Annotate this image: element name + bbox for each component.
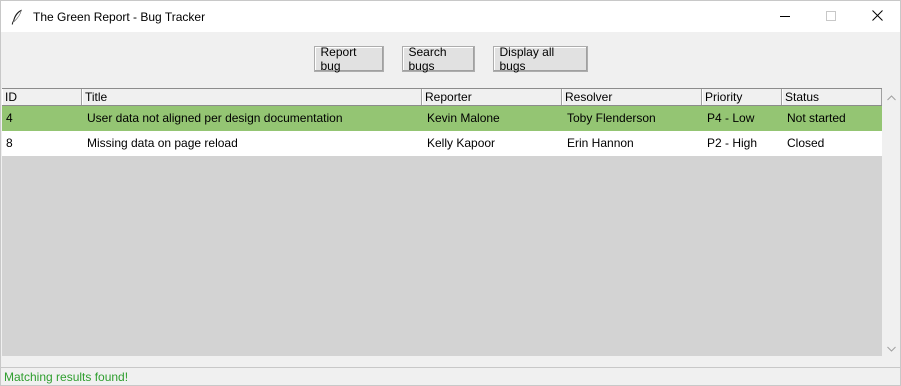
toolbar: Report bug Search bugs Display all bugs (1, 32, 900, 86)
cell-status: Closed (787, 136, 825, 150)
app-window: The Green Report - Bug Tracker Report bu… (0, 0, 901, 386)
cell-resolver: Toby Flenderson (567, 111, 656, 125)
cell-reporter: Kevin Malone (427, 111, 500, 125)
column-header-status[interactable]: Status (782, 89, 882, 105)
vertical-scrollbar[interactable] (883, 88, 900, 356)
maximize-button[interactable] (808, 1, 854, 32)
column-header-resolver[interactable]: Resolver (562, 89, 702, 105)
table-header: ID Title Reporter Resolver Priority Stat… (2, 88, 882, 106)
feather-icon (10, 9, 24, 25)
minimize-icon (780, 10, 790, 24)
display-all-bugs-button[interactable]: Display all bugs (492, 45, 588, 73)
cell-title: User data not aligned per design documen… (87, 111, 343, 125)
cell-priority: P2 - High (707, 136, 758, 150)
close-button[interactable] (854, 1, 900, 32)
column-header-priority[interactable]: Priority (702, 89, 782, 105)
column-header-reporter[interactable]: Reporter (422, 89, 562, 105)
cell-status: Not started (787, 111, 846, 125)
cell-resolver: Erin Hannon (567, 136, 634, 150)
column-header-id[interactable]: ID (2, 89, 82, 105)
report-bug-button[interactable]: Report bug (313, 45, 384, 73)
cell-priority: P4 - Low (707, 111, 755, 125)
scroll-down-button[interactable] (883, 339, 900, 356)
scroll-up-button[interactable] (883, 88, 900, 105)
title-bar[interactable]: The Green Report - Bug Tracker (1, 1, 900, 32)
window-title: The Green Report - Bug Tracker (33, 9, 206, 24)
bug-table[interactable]: ID Title Reporter Resolver Priority Stat… (2, 88, 882, 356)
cell-id: 4 (6, 111, 13, 125)
chevron-down-icon (887, 341, 896, 355)
table-row[interactable]: 8 Missing data on page reload Kelly Kapo… (2, 131, 882, 156)
chevron-up-icon (887, 90, 896, 104)
minimize-button[interactable] (762, 1, 808, 32)
maximize-icon (826, 10, 836, 24)
cell-id: 8 (6, 136, 13, 150)
status-message: Matching results found! (1, 367, 900, 385)
search-bugs-button[interactable]: Search bugs (401, 45, 475, 73)
table-row[interactable]: 4 User data not aligned per design docum… (2, 106, 882, 131)
window-controls (762, 1, 900, 32)
cell-title: Missing data on page reload (87, 136, 238, 150)
close-icon (871, 9, 883, 24)
column-header-title[interactable]: Title (82, 89, 422, 105)
cell-reporter: Kelly Kapoor (427, 136, 496, 150)
